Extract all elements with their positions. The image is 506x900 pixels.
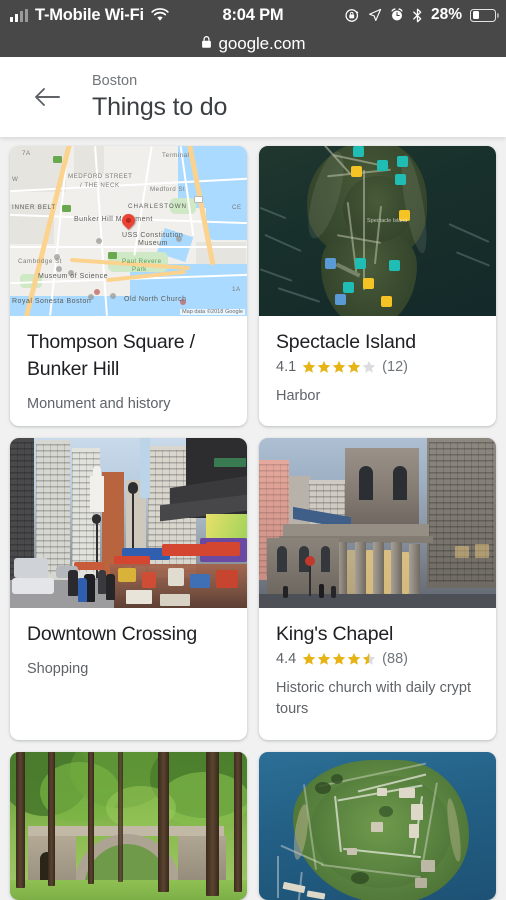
place-card-downtown-crossing[interactable]: Downtown Crossing Shopping (10, 438, 247, 740)
place-card-body: Spectacle Island 4.1 (12) Harbor (259, 316, 496, 426)
rating-row: 4.4 (88) (276, 651, 479, 667)
place-card-spectacle-island[interactable]: Spectacle Island Spectacle Island 4.1 (1… (259, 146, 496, 426)
place-card-partial-fort-island[interactable] (259, 752, 496, 900)
place-name: King's Chapel (276, 623, 394, 645)
star-full-icon (317, 360, 331, 373)
page-header: Boston Things to do (0, 57, 506, 137)
star-rating-icons (302, 652, 376, 666)
status-bar-right: 28% (345, 6, 499, 24)
status-bar-left: T-Mobile Wi-Fi (10, 6, 169, 25)
place-name: Spectacle Island (276, 331, 416, 353)
rating-value: 4.1 (276, 359, 297, 375)
carrier-label: T-Mobile Wi-Fi (35, 5, 144, 24)
place-thumbnail-map: MEDFORD STREET / THE NECK CHARLESTOWN IN… (10, 146, 247, 316)
bluetooth-icon (412, 8, 423, 23)
place-card-partial-forest-bridge[interactable] (10, 752, 247, 900)
place-card-thompson-square[interactable]: MEDFORD STREET / THE NECK CHARLESTOWN IN… (10, 146, 247, 426)
page-title: Things to do (92, 93, 228, 121)
ios-status-bar: T-Mobile Wi-Fi 8:04 PM 28% google.com (0, 0, 506, 57)
signal-bars-icon (10, 8, 28, 22)
results-scroll-area[interactable]: MEDFORD STREET / THE NECK CHARLESTOWN IN… (0, 137, 506, 900)
battery-icon (470, 8, 499, 22)
location-arrow-icon (368, 8, 382, 22)
place-category: Historic church with daily crypt tours (276, 680, 471, 717)
map-pin-icon (119, 211, 138, 230)
rating-count: (88) (382, 651, 408, 667)
padlock-icon (201, 34, 212, 54)
star-full-icon (347, 652, 361, 665)
star-full-icon (302, 652, 316, 665)
alarm-clock-icon (390, 8, 404, 22)
rating-count: (12) (382, 359, 408, 375)
place-card-kings-chapel[interactable]: King's Chapel 4.4 (88) Historic church w… (259, 438, 496, 740)
browser-url-bar[interactable]: google.com (0, 30, 506, 57)
star-full-icon (347, 360, 361, 373)
place-thumbnail-photo (259, 438, 496, 608)
back-button[interactable] (24, 74, 70, 120)
star-full-icon (332, 360, 346, 373)
star-half-icon (362, 652, 376, 665)
url-text: google.com (218, 33, 306, 53)
map-attribution: Map data ©2018 Google (179, 309, 245, 315)
place-thumbnail-photo (10, 752, 247, 900)
status-bar-top-row: T-Mobile Wi-Fi 8:04 PM 28% (0, 0, 506, 30)
place-category: Harbor (276, 388, 321, 404)
place-thumbnail-satellite: Spectacle Island (259, 146, 496, 316)
place-name: Thompson Square / Bunker Hill (27, 331, 195, 380)
satellite-place-label: Spectacle Island (367, 218, 408, 224)
header-text-block: Boston Things to do (92, 72, 227, 122)
rotation-lock-icon (345, 8, 360, 23)
star-full-icon (302, 360, 316, 373)
things-to-do-grid: MEDFORD STREET / THE NECK CHARLESTOWN IN… (0, 146, 506, 900)
place-card-body: King's Chapel 4.4 (88) Historic church w… (259, 608, 496, 740)
place-thumbnail-photo (10, 438, 247, 608)
star-full-icon (332, 652, 346, 665)
place-card-body: Thompson Square / Bunker Hill Monument a… (10, 316, 247, 426)
breadcrumb-location: Boston (92, 73, 138, 89)
place-category: Shopping (27, 661, 89, 677)
star-empty-icon (362, 360, 376, 373)
back-arrow-icon (35, 88, 60, 106)
star-full-icon (317, 652, 331, 665)
place-thumbnail-aerial (259, 752, 496, 900)
place-category: Monument and history (27, 396, 171, 412)
wifi-icon (151, 8, 169, 22)
rating-value: 4.4 (276, 651, 297, 667)
star-rating-icons (302, 360, 376, 374)
place-card-body: Downtown Crossing Shopping (10, 608, 247, 740)
place-name: Downtown Crossing (27, 623, 198, 645)
rating-row: 4.1 (12) (276, 359, 479, 375)
battery-percent-label: 28% (430, 6, 462, 23)
